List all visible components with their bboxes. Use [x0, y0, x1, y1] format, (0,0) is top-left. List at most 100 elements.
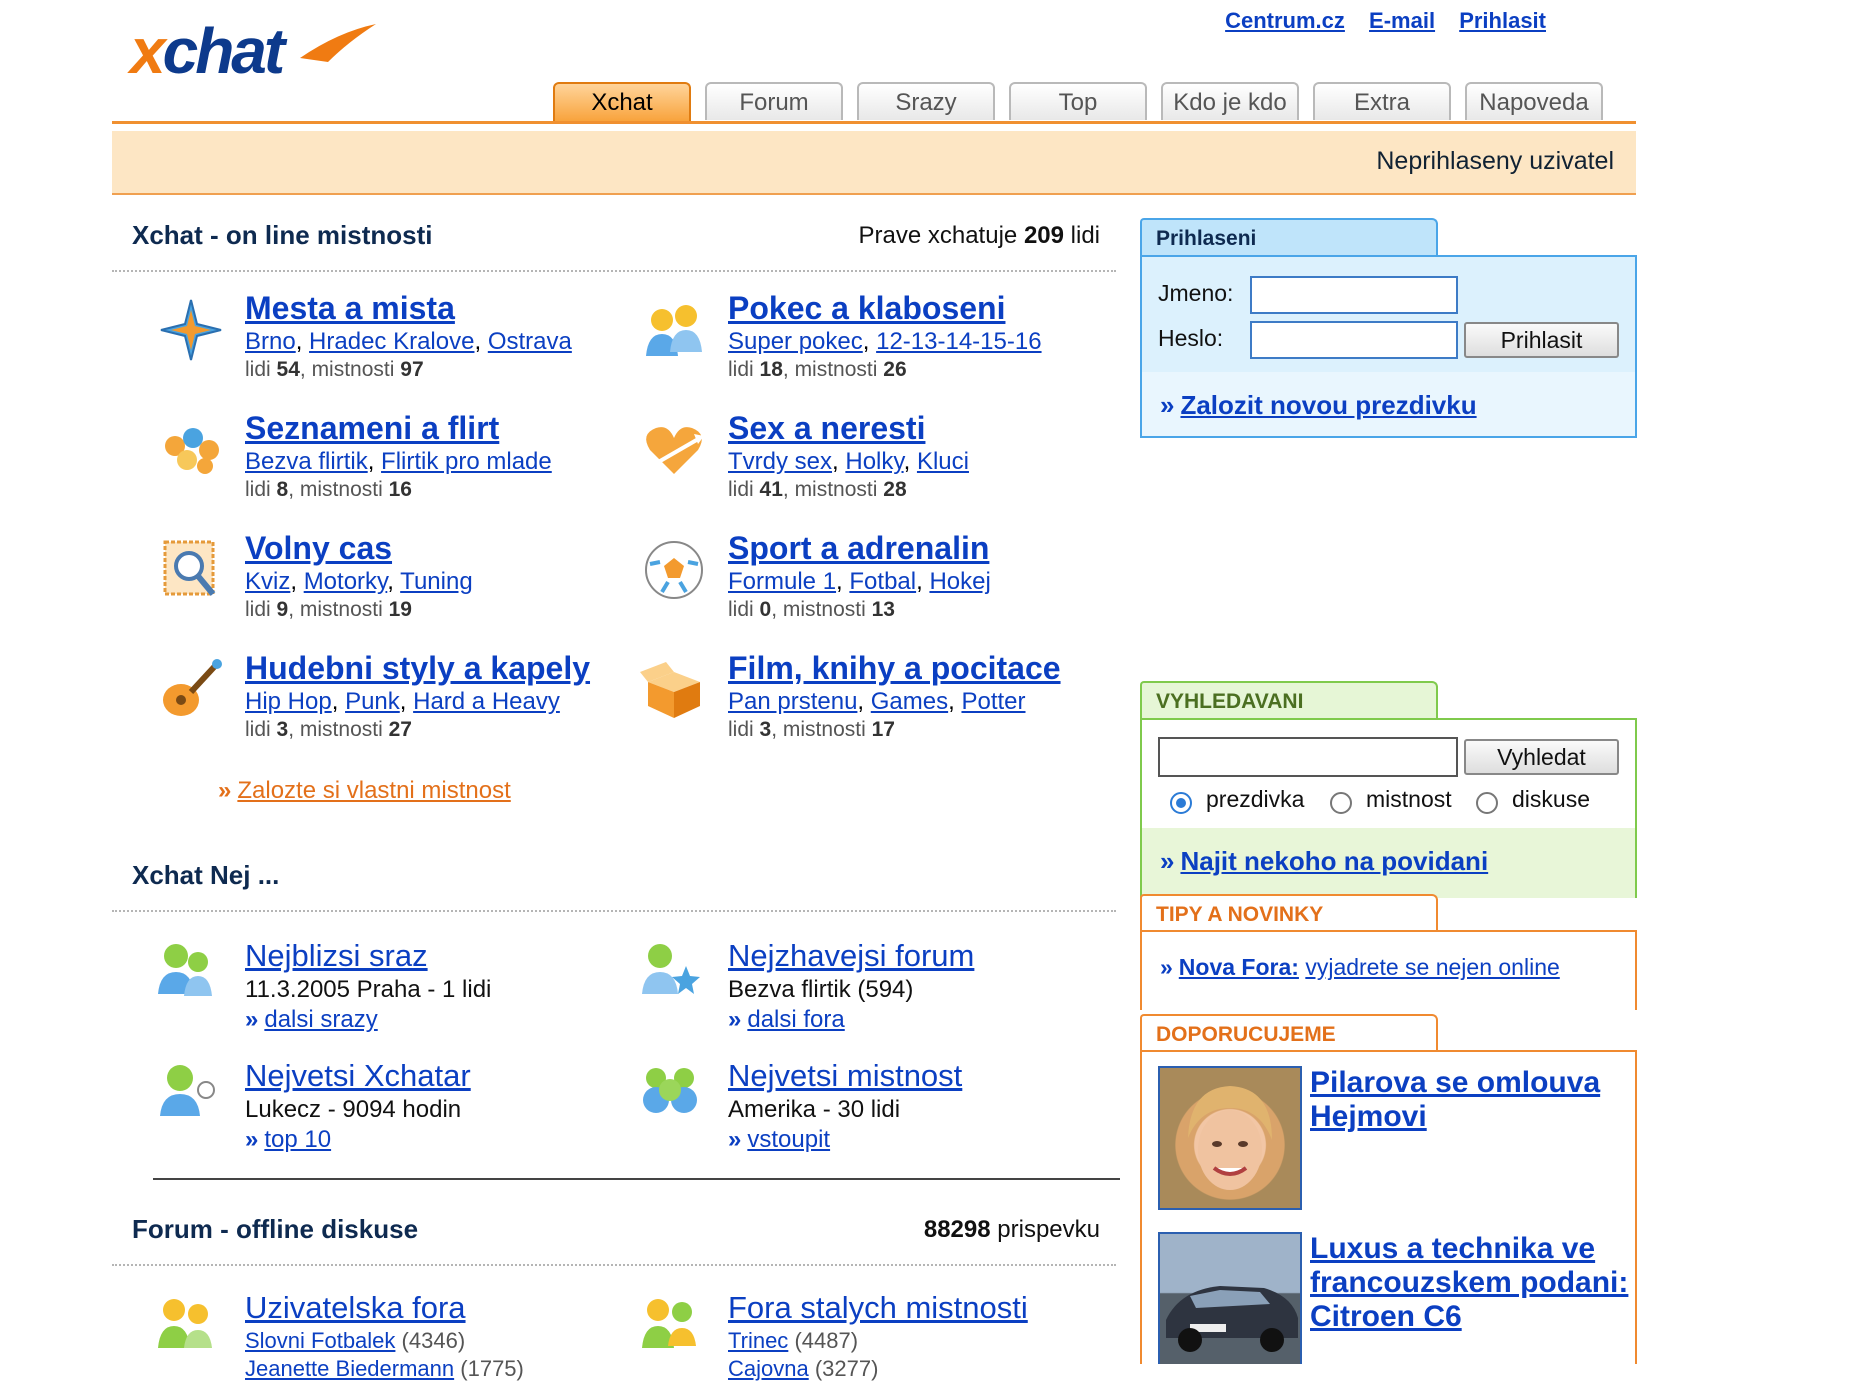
forum-count: 88298 prispevku	[923, 1216, 1100, 1243]
tab-top[interactable]: Top	[1009, 82, 1147, 120]
room-subcategories: Pan prstenu, Games, Potter	[728, 688, 1026, 715]
radio-label-diskuse: diskuse	[1512, 786, 1590, 812]
room-link[interactable]: Formule 1	[728, 568, 836, 595]
room-category-title[interactable]: Sport a adrenalin	[728, 530, 989, 567]
tab-xchat[interactable]: Xchat	[553, 82, 691, 122]
room-link[interactable]: Hradec Kralove	[309, 328, 474, 355]
room-category-title[interactable]: Film, knihy a pocitace	[728, 650, 1061, 687]
forum-link[interactable]: Jeanette Biedermann	[245, 1356, 454, 1381]
divider	[112, 270, 1116, 272]
tips-item[interactable]: » Nova Fora: vyjadrete se nejen online	[1160, 954, 1560, 981]
room-category-title[interactable]: Pokec a klaboseni	[728, 290, 1005, 327]
email-link[interactable]: E-mail	[1369, 8, 1435, 33]
tab-forum[interactable]: Forum	[705, 82, 843, 120]
register-link[interactable]: » Zalozit novou prezdivku	[1160, 390, 1477, 421]
room-subcategories: Formule 1, Fotbal, Hokej	[728, 568, 991, 595]
centrum-link[interactable]: Centrum.cz	[1225, 8, 1345, 33]
search-button[interactable]: Vyhledat	[1464, 739, 1619, 775]
tab-kdo-je-kdo[interactable]: Kdo je kdo	[1161, 82, 1299, 120]
forum-link[interactable]: Trinec	[728, 1328, 788, 1353]
radio-label-mistnost: mistnost	[1366, 786, 1452, 812]
nej-item-title[interactable]: Nejzhavejsi forum	[728, 938, 974, 974]
nej-item-title[interactable]: Nejvetsi mistnost	[728, 1058, 962, 1094]
room-link[interactable]: Hard a Heavy	[413, 688, 560, 715]
radio-diskuse[interactable]	[1476, 792, 1498, 814]
radio-mistnost[interactable]	[1330, 792, 1352, 814]
forum-star-icon	[642, 944, 700, 994]
tips-tab[interactable]: TIPY A NOVINKY	[1140, 894, 1438, 932]
tab-extra[interactable]: Extra	[1313, 82, 1451, 120]
nej-item-more-link[interactable]: » dalsi srazy	[245, 1006, 378, 1034]
pilarova-photo[interactable]	[1158, 1066, 1302, 1210]
status-bar: Neprihlaseny uzivatel	[112, 131, 1636, 195]
login-tab[interactable]: Prihlaseni	[1140, 218, 1438, 256]
room-link[interactable]: Pan prstenu	[728, 688, 857, 715]
car-image	[1166, 1286, 1298, 1352]
nej-item-more-link[interactable]: » top 10	[245, 1126, 331, 1154]
room-category-title[interactable]: Hudebni styly a kapely	[245, 650, 590, 687]
room-link[interactable]: Motorky	[304, 568, 388, 595]
compass-star-icon	[160, 299, 222, 361]
open-box-icon	[640, 662, 700, 718]
guitar-icon	[163, 659, 222, 716]
room-category-title[interactable]: Mesta a mista	[245, 290, 455, 327]
nej-item-title[interactable]: Nejvetsi Xchatar	[245, 1058, 471, 1094]
room-link[interactable]: Flirtik pro mlade	[381, 448, 552, 475]
forum-link[interactable]: Slovni Fotbalek	[245, 1328, 395, 1353]
room-link[interactable]: Hip Hop	[245, 688, 332, 715]
room-link[interactable]: Bezva flirtik	[245, 448, 368, 475]
room-link[interactable]: Kviz	[245, 568, 290, 595]
meeting-people-icon	[158, 944, 212, 996]
room-link[interactable]: 12-13-14-15-16	[876, 328, 1041, 355]
room-link[interactable]: Ostrava	[488, 328, 572, 355]
room-link[interactable]: Fotbal	[849, 568, 916, 595]
room-link[interactable]: Punk	[345, 688, 400, 715]
room-category-title[interactable]: Sex a neresti	[728, 410, 925, 447]
room-link[interactable]: Super pokec	[728, 328, 863, 355]
create-room-link[interactable]: » Zalozte si vlastni mistnost	[218, 777, 511, 805]
room-link[interactable]: Tvrdy sex	[728, 448, 832, 475]
xchat-logo[interactable]: xchat	[130, 14, 376, 88]
promo-pilarova-link[interactable]: Pilarova se omlouva Hejmovi	[1310, 1066, 1630, 1134]
heart-arrow-icon	[646, 427, 704, 474]
forum-rooms-icon	[642, 1299, 696, 1348]
nej-item-more-link[interactable]: » vstoupit	[728, 1126, 830, 1154]
promo-citroen-link[interactable]: Luxus a technika ve francouzskem podani:…	[1310, 1232, 1630, 1334]
name-input[interactable]	[1250, 276, 1458, 314]
recommend-tab[interactable]: DOPORUCUJEME	[1140, 1014, 1438, 1052]
login-status: Neprihlaseny uzivatel	[1376, 147, 1614, 175]
password-input[interactable]	[1250, 321, 1458, 359]
magnifier-stamp-icon	[163, 540, 216, 596]
forum-users-icon	[158, 1299, 212, 1348]
room-category-title[interactable]: Seznameni a flirt	[245, 410, 499, 447]
user-chat-icon	[160, 1065, 215, 1116]
search-input[interactable]	[1158, 737, 1458, 777]
search-tab[interactable]: VYHLEDAVANI	[1140, 681, 1438, 719]
forum-link[interactable]: Cajovna	[728, 1356, 809, 1381]
radio-prezdivka[interactable]	[1170, 792, 1192, 814]
citroen-photo[interactable]	[1158, 1232, 1302, 1364]
password-label: Heslo:	[1158, 325, 1224, 351]
forum-category-title[interactable]: Fora stalych mistnosti	[728, 1290, 1028, 1326]
find-someone-link[interactable]: » Najit nekoho na povidani	[1160, 846, 1488, 877]
room-link[interactable]: Brno	[245, 328, 296, 355]
forum-category-title[interactable]: Uzivatelska fora	[245, 1290, 466, 1326]
room-link[interactable]: Tuning	[400, 568, 473, 595]
room-subcategories: Bezva flirtik, Flirtik pro mlade	[245, 448, 552, 475]
room-link[interactable]: Potter	[961, 688, 1025, 715]
login-button[interactable]: Prihlasit	[1464, 322, 1619, 358]
room-link[interactable]: Games	[871, 688, 948, 715]
nej-item-more-link[interactable]: » dalsi fora	[728, 1006, 845, 1034]
nej-item-title[interactable]: Nejblizsi sraz	[245, 938, 428, 974]
portrait-image	[1188, 1086, 1272, 1190]
room-category-title[interactable]: Volny cas	[245, 530, 392, 567]
login-link[interactable]: Prihlasit	[1459, 8, 1546, 33]
logo-swoosh-icon	[300, 24, 376, 62]
room-stats: lidi 3, mistnosti 17	[728, 718, 895, 741]
tab-napoveda[interactable]: Napoveda	[1465, 82, 1603, 120]
room-link[interactable]: Holky	[845, 448, 903, 475]
tab-srazy[interactable]: Srazy	[857, 82, 995, 120]
room-link[interactable]: Kluci	[917, 448, 969, 475]
room-link[interactable]: Hokej	[929, 568, 990, 595]
forum-row: Trinec (4487)	[728, 1328, 859, 1353]
